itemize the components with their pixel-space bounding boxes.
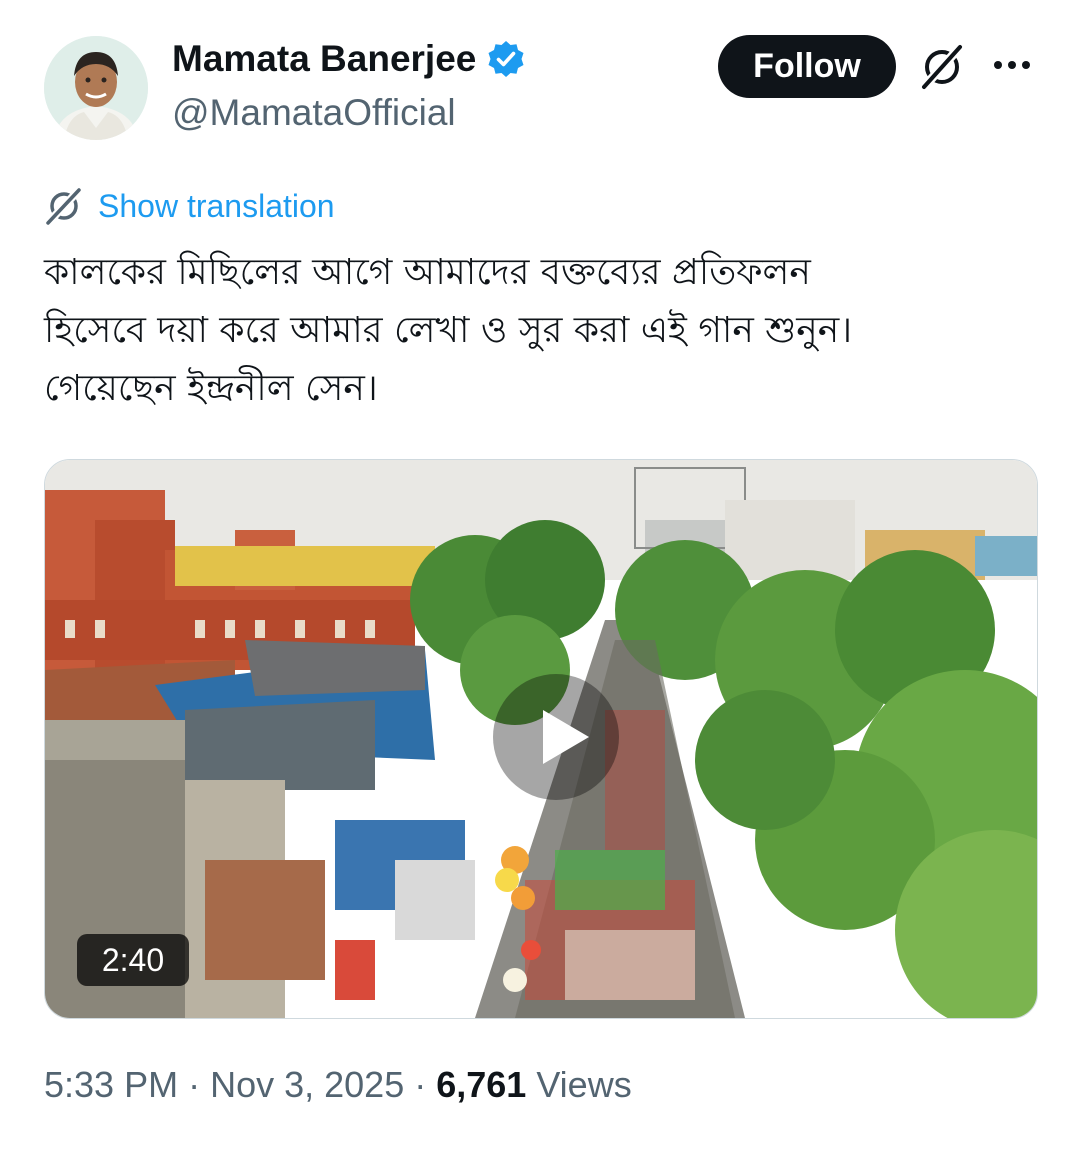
meta-separator: · (188, 1064, 201, 1105)
avatar-image (44, 36, 148, 140)
tweet-time[interactable]: 5:33 PM (44, 1064, 178, 1106)
tweet-metadata: 5:33 PM · Nov 3, 2025 · 6,761 Views (44, 1064, 632, 1106)
grok-translate-icon (45, 187, 82, 226)
video-player[interactable]: 2:40 (44, 459, 1038, 1019)
follow-button[interactable]: Follow (718, 35, 896, 98)
play-button[interactable] (493, 674, 619, 800)
more-options-icon[interactable] (990, 50, 1034, 80)
views-label: Views (536, 1064, 632, 1105)
avatar[interactable] (44, 36, 148, 140)
views-count[interactable]: 6,761 (436, 1064, 526, 1106)
author-name-row: Mamata Banerjee (172, 38, 526, 80)
meta-separator: · (414, 1064, 427, 1105)
play-icon (543, 710, 589, 764)
tweet-date[interactable]: Nov 3, 2025 (210, 1064, 404, 1106)
tweet-text: কালকের মিছিলের আগে আমাদের বক্তব্যের প্রত… (44, 252, 853, 409)
author-handle[interactable]: @MamataOfficial (172, 92, 456, 134)
verified-badge-icon[interactable] (486, 39, 526, 79)
video-duration-badge: 2:40 (77, 934, 189, 986)
show-translation-link[interactable]: Show translation (98, 188, 335, 225)
display-name[interactable]: Mamata Banerjee (172, 38, 476, 80)
grok-icon[interactable] (918, 43, 966, 91)
translation-row: Show translation (44, 186, 335, 226)
